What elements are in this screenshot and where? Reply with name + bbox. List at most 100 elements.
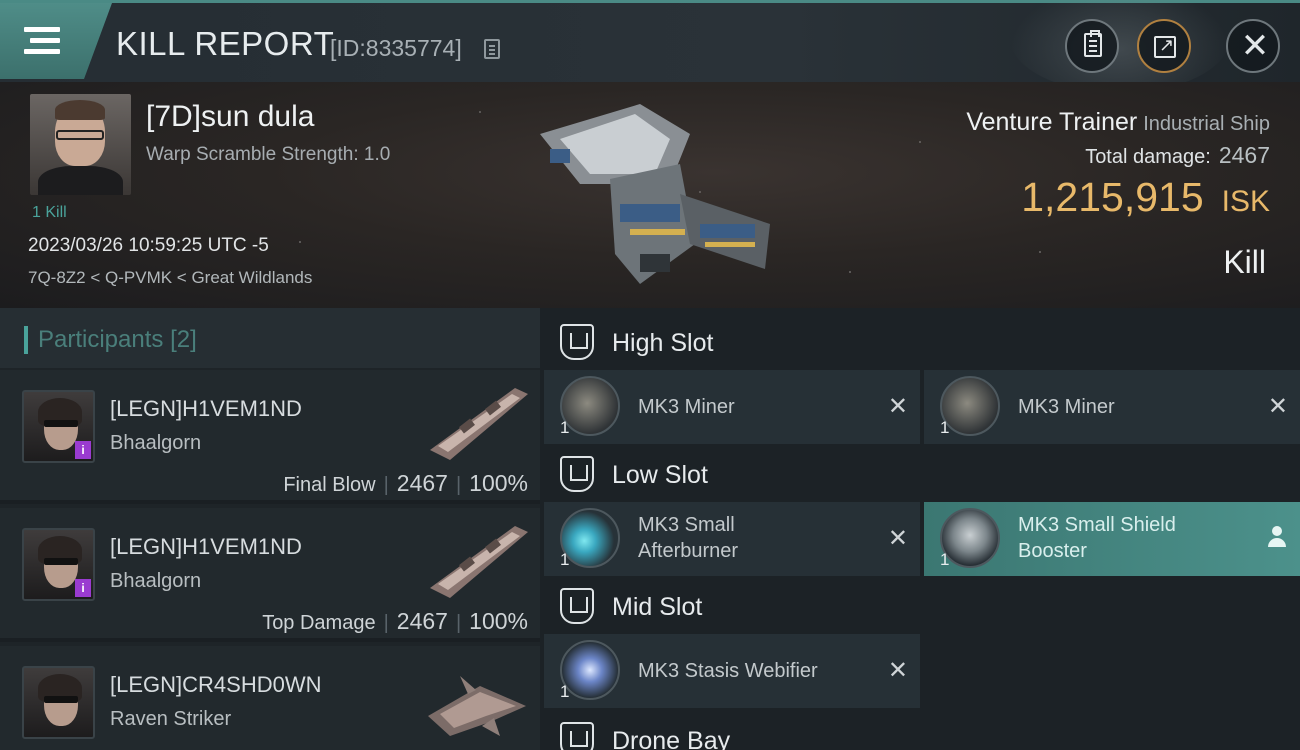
module-item[interactable]: 1 MK3 Small Afterburner ✕: [544, 502, 920, 576]
module-item[interactable]: 1 MK3 Miner ✕: [924, 370, 1300, 444]
victim-avatar[interactable]: [30, 94, 131, 195]
menu-icon: [24, 27, 60, 55]
top-bar: KILL REPORT [ID:8335774] ✕: [0, 0, 1300, 93]
ship-class: Industrial Ship: [1143, 113, 1270, 135]
module-name: MK3 Miner: [1018, 396, 1115, 418]
drone-bay-title: Drone Bay: [612, 727, 731, 750]
victim-ship-name[interactable]: Venture Trainer Industrial Ship: [966, 108, 1270, 137]
participants-panel: Participants [2] i [LEGN]H1VEM1ND Bhaalg…: [0, 308, 540, 750]
accent-bar: [24, 326, 28, 354]
participant-ship: Raven Striker: [110, 708, 232, 730]
low-slot-icon: [560, 456, 594, 492]
participant-ship-image: [430, 526, 528, 598]
clipboard-button[interactable]: [1065, 19, 1119, 73]
destroyed-icon: ✕: [887, 525, 908, 552]
participant-name: [LEGN]CR4SHD0WN: [110, 672, 322, 697]
menu-button[interactable]: [0, 3, 112, 79]
low-slot-header: Low Slot: [540, 442, 1300, 506]
divider: |: [383, 612, 389, 634]
module-quantity: 1: [560, 682, 570, 701]
module-item-dropped[interactable]: 1 MK3 Small Shield Booster: [924, 502, 1300, 576]
share-button[interactable]: [1137, 19, 1191, 73]
destroyed-icon: ✕: [887, 657, 908, 684]
total-damage: Total damage: 2467: [1085, 142, 1270, 169]
high-slot-header: High Slot: [540, 310, 1300, 374]
participants-count: [2]: [170, 326, 197, 353]
person-icon: [1268, 526, 1286, 548]
isk-value-line: 1,215,915 ISK: [1021, 174, 1270, 221]
module-item[interactable]: 1 MK3 Stasis Webifier ✕: [544, 634, 920, 708]
mid-slot-icon: [560, 588, 594, 624]
participant-percent: 100%: [469, 608, 528, 634]
module-quantity: 1: [940, 418, 950, 437]
divider: |: [455, 474, 462, 496]
mid-slot-header: Mid Slot: [540, 574, 1300, 638]
participant-damage: 2467: [396, 470, 448, 496]
warp-scramble-strength: Warp Scramble Strength: 1.0: [146, 144, 391, 165]
module-quantity: 1: [940, 550, 950, 569]
participant-avatar[interactable]: i: [22, 390, 95, 463]
module-quantity: 1: [560, 418, 570, 437]
kill-result-label: Kill: [1223, 244, 1266, 280]
participant-ship: Bhaalgorn: [110, 432, 202, 454]
victim-ship-image[interactable]: [520, 94, 790, 294]
close-button[interactable]: ✕: [1226, 19, 1280, 73]
isk-unit: ISK: [1221, 185, 1270, 218]
kill-summary: [7D]sun dula Warp Scramble Strength: 1.0…: [0, 82, 1300, 308]
participant-name: [LEGN]H1VEM1ND: [110, 396, 302, 421]
share-icon: [1154, 35, 1176, 58]
kill-location[interactable]: 7Q-8Z2 < Q-PVMK < Great Wildlands: [28, 268, 312, 288]
mid-slot-title: Mid Slot: [612, 593, 703, 621]
participant-stats: Final Blow | 2467 | 100%: [283, 470, 528, 497]
participant-row[interactable]: [LEGN]CR4SHD0WN Raven Striker: [0, 646, 540, 750]
participant-avatar[interactable]: [22, 666, 95, 739]
module-item[interactable]: 1 MK3 Miner ✕: [544, 370, 920, 444]
ship-name-text: Venture Trainer: [966, 108, 1138, 136]
low-slot-title: Low Slot: [612, 461, 708, 489]
victim-kill-count: 1 Kill: [32, 204, 67, 221]
info-badge-icon: i: [75, 441, 91, 459]
isk-value: 1,215,915: [1021, 174, 1204, 220]
fitting-panel: High Slot 1 MK3 Miner ✕ 1 MK3 Miner ✕ Lo…: [540, 308, 1300, 750]
participant-name: [LEGN]H1VEM1ND: [110, 534, 302, 559]
module-name-line1: MK3 Small Shield: [1018, 514, 1176, 536]
kill-timestamp: 2023/03/26 10:59:25 UTC -5: [28, 235, 269, 256]
background-planet: [1010, 0, 1230, 93]
participant-role: Top Damage: [262, 612, 376, 634]
module-name: MK3 Stasis Webifier: [638, 660, 818, 682]
participant-role: Final Blow: [283, 474, 376, 496]
total-damage-label: Total damage:: [1085, 146, 1211, 168]
participants-title: Participants [2]: [38, 326, 197, 354]
copy-icon[interactable]: [484, 39, 500, 59]
high-slot-icon: [560, 324, 594, 360]
drone-bay-icon: [560, 722, 594, 750]
participant-stats: Top Damage | 2467 | 100%: [262, 608, 528, 635]
participant-row[interactable]: i [LEGN]H1VEM1ND Bhaalgorn Top Damage | 24…: [0, 508, 540, 642]
participant-ship: Bhaalgorn: [110, 570, 202, 592]
module-quantity: 1: [560, 550, 570, 569]
participants-header: Participants [2]: [0, 308, 540, 368]
close-icon: ✕: [1240, 27, 1270, 65]
participant-avatar[interactable]: i: [22, 528, 95, 601]
module-name-line2: Booster: [1018, 540, 1087, 562]
participant-ship-image: [428, 676, 526, 736]
info-badge-icon: i: [75, 579, 91, 597]
divider: |: [383, 474, 389, 496]
divider: |: [455, 612, 462, 634]
destroyed-icon: ✕: [1267, 393, 1288, 420]
total-damage-value: 2467: [1218, 142, 1270, 168]
high-slot-title: High Slot: [612, 329, 714, 357]
participant-ship-image: [430, 388, 528, 460]
participant-row[interactable]: i [LEGN]H1VEM1ND Bhaalgorn Final Blow | 24…: [0, 370, 540, 504]
module-name: MK3 Miner: [638, 396, 735, 418]
participant-damage: 2467: [396, 608, 448, 634]
module-name-line1: MK3 Small: [638, 514, 735, 536]
page-title: KILL REPORT: [116, 25, 335, 62]
module-name-line2: Afterburner: [638, 540, 739, 562]
clipboard-icon: [1084, 30, 1102, 57]
destroyed-icon: ✕: [887, 393, 908, 420]
drone-bay-header: Drone Bay: [540, 708, 1300, 750]
report-id: [ID:8335774]: [330, 35, 462, 61]
victim-name[interactable]: [7D]sun dula: [146, 100, 314, 134]
participants-label: Participants: [38, 326, 164, 353]
